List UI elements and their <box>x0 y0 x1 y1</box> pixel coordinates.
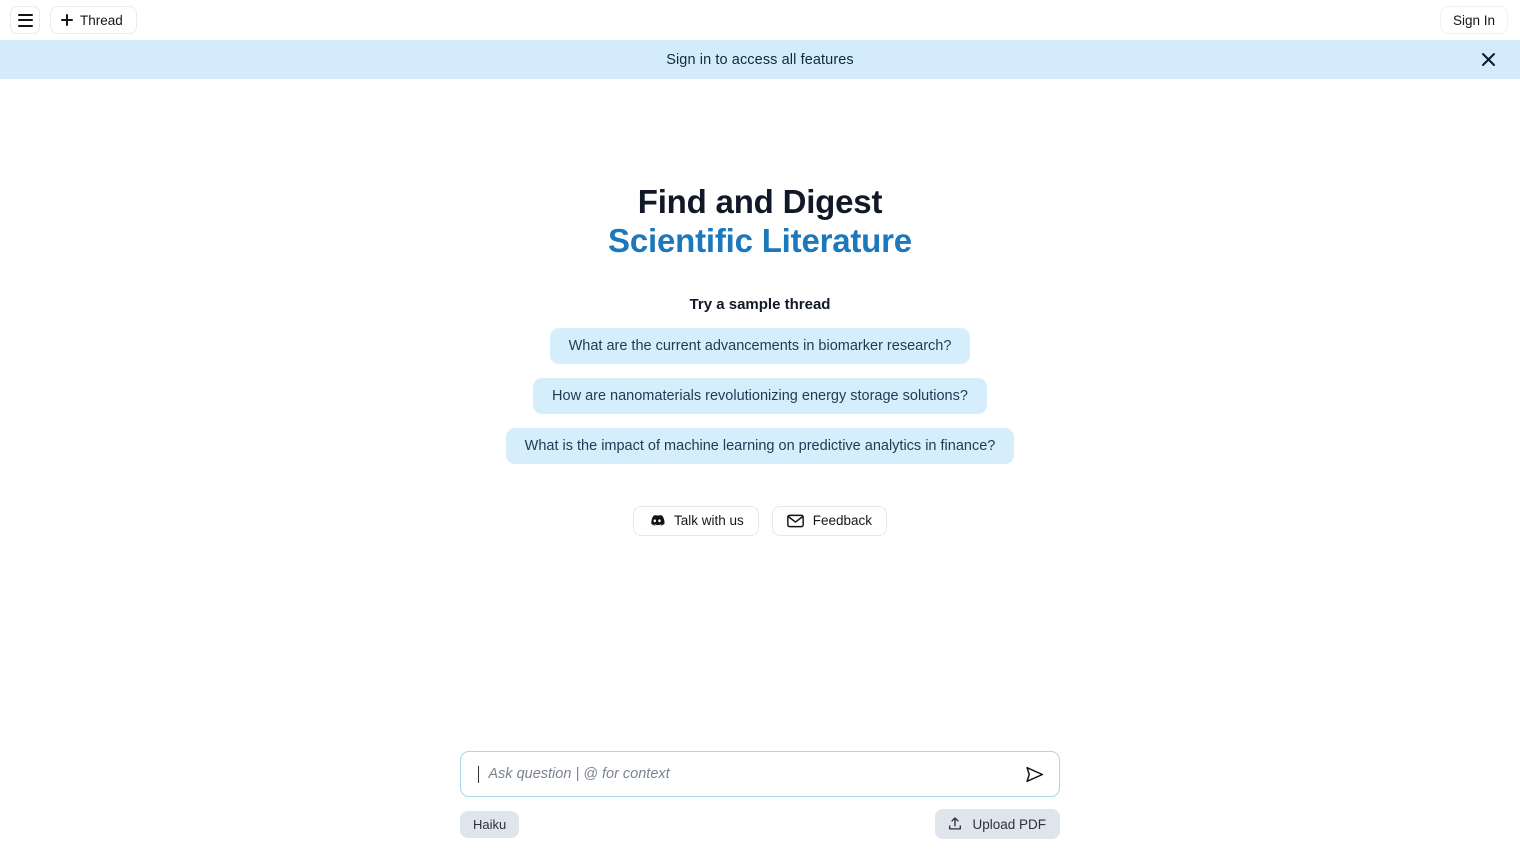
send-button[interactable] <box>1021 761 1047 787</box>
sample-thread-list: What are the current advancements in bio… <box>505 327 1015 464</box>
hamburger-menu-button[interactable] <box>10 6 40 34</box>
talk-with-us-button[interactable]: Talk with us <box>632 505 759 536</box>
text-caret <box>478 765 480 783</box>
composer-footer: Haiku Upload PDF <box>460 809 1060 839</box>
new-thread-label: Thread <box>80 12 123 28</box>
external-links-row: Talk with us Feedback <box>632 505 888 536</box>
hamburger-menu-icon <box>17 13 33 27</box>
sample-thread-chip[interactable]: What is the impact of machine learning o… <box>505 427 1015 464</box>
model-selector-button[interactable]: Haiku <box>460 810 520 838</box>
hero-line-2: Scientific Literature <box>608 221 912 259</box>
sample-thread-chip[interactable]: How are nanomaterials revolutionizing en… <box>533 377 987 414</box>
top-bar-left-group: Thread <box>10 6 137 34</box>
new-thread-button[interactable]: Thread <box>50 6 137 34</box>
composer: Ask question | @ for context Haiku Uploa… <box>460 751 1060 839</box>
send-icon <box>1025 766 1043 782</box>
mail-icon <box>786 514 804 528</box>
upload-pdf-button[interactable]: Upload PDF <box>935 809 1060 839</box>
feedback-label: Feedback <box>812 513 873 529</box>
discord-icon <box>651 515 665 527</box>
sample-thread-label: Try a sample thread <box>689 295 831 313</box>
top-bar: Thread Sign In <box>0 0 1520 40</box>
talk-with-us-label: Talk with us <box>673 513 744 529</box>
sign-in-button[interactable]: Sign In <box>1439 6 1508 34</box>
hero-line-1: Find and Digest <box>637 183 883 220</box>
close-icon <box>1481 53 1495 66</box>
banner-close-button[interactable] <box>1476 48 1500 72</box>
upload-pdf-label: Upload PDF <box>972 816 1046 832</box>
sign-in-banner: Sign in to access all features <box>0 40 1520 79</box>
app-root: Thread Sign In Sign in to access all fea… <box>0 0 1520 855</box>
question-input-wrapper[interactable]: Ask question | @ for context <box>460 751 1060 797</box>
upload-icon <box>949 817 962 830</box>
hero-heading: Find and Digest Scientific Literature <box>608 183 912 261</box>
banner-message: Sign in to access all features <box>666 51 854 68</box>
question-input-placeholder: Ask question | @ for context <box>488 766 670 782</box>
sample-thread-chip[interactable]: What are the current advancements in bio… <box>549 327 971 364</box>
plus-icon <box>61 14 73 26</box>
main-content: Find and Digest Scientific Literature Tr… <box>0 79 1520 855</box>
feedback-button[interactable]: Feedback <box>771 505 888 536</box>
